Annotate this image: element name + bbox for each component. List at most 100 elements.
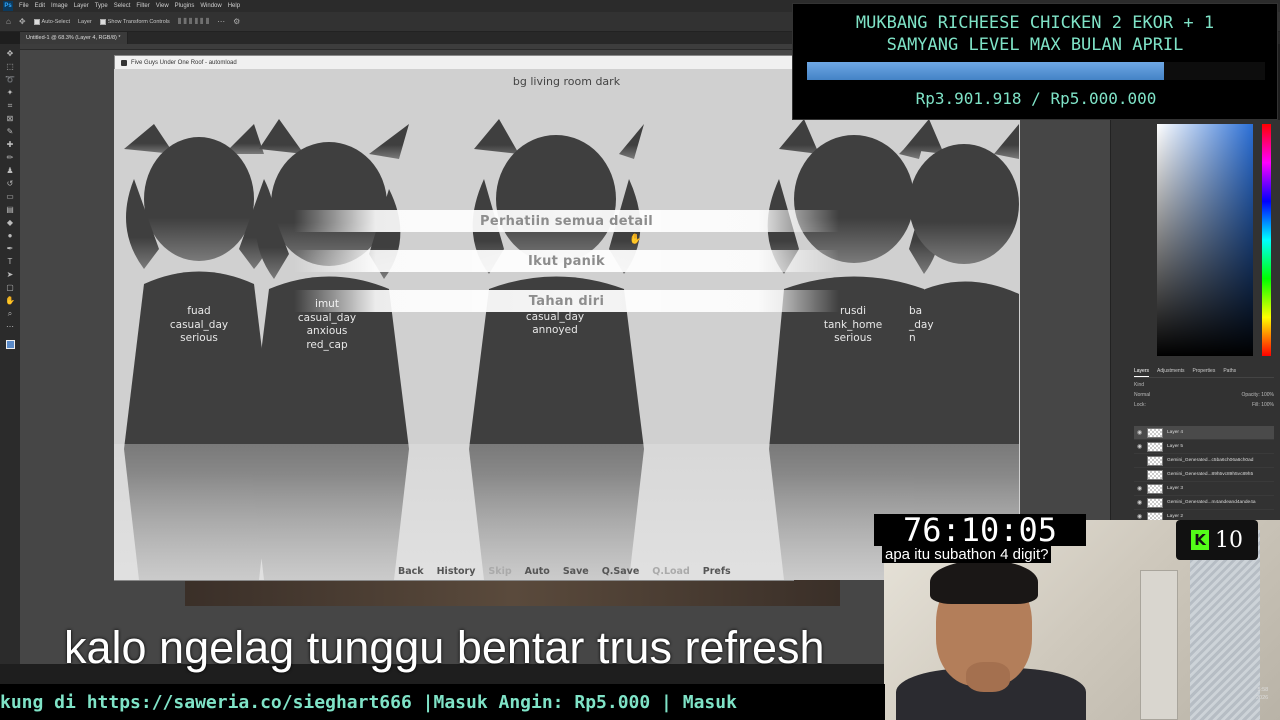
blend-mode-select[interactable]: Normal — [1134, 392, 1150, 398]
show-transform-label: Show Transform Controls — [107, 18, 170, 25]
quick-menu-history[interactable]: History — [437, 566, 476, 577]
zoom-tool-icon[interactable]: ⌕ — [4, 308, 16, 320]
checkbox-icon — [99, 18, 106, 25]
opacity-control[interactable]: Opacity: 100% — [1241, 392, 1274, 398]
eye-icon[interactable]: ◉ — [1137, 499, 1143, 506]
character-label-fuad: fuad casual_day serious — [154, 305, 244, 346]
kind-filter[interactable]: Kind — [1134, 382, 1144, 388]
goal-amount: Rp3.901.918 / Rp5.000.000 — [915, 89, 1157, 108]
hand-tool-icon[interactable]: ✋ — [4, 295, 16, 307]
blur-tool-icon[interactable]: ◆ — [4, 217, 16, 229]
auto-select-label: Auto-Select — [41, 18, 70, 25]
quick-menu-qload[interactable]: Q.Load — [652, 566, 689, 577]
menu-help[interactable]: Help — [225, 3, 243, 9]
layer-thumbnail — [1147, 497, 1163, 508]
move-tool-icon[interactable]: ✥ — [19, 17, 26, 26]
quick-menu: Back History Skip Auto Save Q.Save Q.Loa… — [398, 566, 731, 577]
quick-menu-auto[interactable]: Auto — [525, 566, 550, 577]
layer-row[interactable]: Gemini_Generated...89h5vc89h5vc89h5 — [1134, 468, 1274, 482]
document-tab[interactable]: Untitled-1 @ 68.3% (Layer 4, RGB/8) * — [20, 32, 128, 44]
choice-tahan-diri[interactable]: Tahan diri — [294, 290, 839, 312]
pen-tool-icon[interactable]: ✒ — [4, 243, 16, 255]
dodge-tool-icon[interactable]: ● — [4, 230, 16, 242]
eye-icon[interactable]: ◉ — [1137, 443, 1143, 450]
layer-row[interactable]: ◉ Gemini_Generated...m4andeand4ande4a — [1134, 496, 1274, 510]
shape-tool-icon[interactable]: ▢ — [4, 282, 16, 294]
menu-window[interactable]: Window — [197, 3, 224, 9]
game-scene[interactable]: bg living room dark fuad casual_day seri… — [114, 69, 1020, 580]
clock-time: 5:58 — [1257, 687, 1269, 693]
layer-row[interactable]: Gemini_Generated...c5ba6ch06a6ch0ad — [1134, 454, 1274, 468]
checkbox-icon — [33, 18, 40, 25]
menu-edit[interactable]: Edit — [32, 3, 48, 9]
stamp-tool-icon[interactable]: ♟ — [4, 165, 16, 177]
menu-type[interactable]: Type — [92, 3, 111, 9]
fill-control[interactable]: Fill: 100% — [1252, 402, 1274, 408]
magic-wand-icon[interactable]: ✦ — [4, 87, 16, 99]
layer-row[interactable]: ◉ Layer 5 — [1134, 440, 1274, 454]
hue-slider[interactable] — [1262, 124, 1271, 356]
target-select[interactable]: Layer — [78, 19, 92, 25]
eyedropper-icon[interactable]: ✎ — [4, 126, 16, 138]
menu-filter[interactable]: Filter — [133, 3, 152, 9]
marquee-tool-icon[interactable]: ⬚ — [4, 61, 16, 73]
goal-title-line-2: SAMYANG LEVEL MAX BULAN APRIL — [886, 35, 1184, 55]
kick-viewer-badge: K 10 — [1176, 520, 1258, 560]
clock-date: 2026 — [1256, 695, 1269, 701]
goal-title-line-1: MUKBANG RICHEESE CHICKEN 2 EKOR + 1 — [855, 13, 1215, 33]
quick-menu-qsave[interactable]: Q.Save — [602, 566, 640, 577]
foreground-color-swatch[interactable] — [5, 340, 15, 349]
menu-image[interactable]: Image — [48, 3, 71, 9]
quick-menu-skip[interactable]: Skip — [488, 566, 511, 577]
align-icons[interactable]: ⫴ ⫴ ⫴ ⫴ ⫴ ⫴ — [178, 17, 209, 27]
photoshop-logo-icon[interactable]: Ps — [3, 1, 13, 11]
layer-thumbnail — [1147, 469, 1163, 480]
crop-tool-icon[interactable]: ⌗ — [4, 100, 16, 112]
menu-plugins[interactable]: Plugins — [172, 3, 198, 9]
fill-value[interactable]: 100% — [1261, 402, 1274, 408]
frame-tool-icon[interactable]: ⊠ — [4, 113, 16, 125]
quick-menu-back[interactable]: Back — [398, 566, 424, 577]
gradient-tool-icon[interactable]: ▤ — [4, 204, 16, 216]
donation-goal-widget: MUKBANG RICHEESE CHICKEN 2 EKOR + 1 SAMY… — [792, 3, 1278, 120]
menu-layer[interactable]: Layer — [71, 3, 92, 9]
tab-adjustments[interactable]: Adjustments — [1157, 368, 1185, 377]
quick-menu-save[interactable]: Save — [563, 566, 589, 577]
move-tool-icon[interactable]: ✥ — [4, 48, 16, 60]
eraser-icon[interactable]: ▭ — [4, 191, 16, 203]
auto-select-checkbox[interactable]: Auto-Select — [33, 18, 70, 25]
tab-layers[interactable]: Layers — [1134, 368, 1150, 377]
more-options-icon[interactable]: ⋯ — [217, 17, 225, 26]
show-transform-checkbox[interactable]: Show Transform Controls — [99, 18, 170, 25]
history-brush-icon[interactable]: ↺ — [4, 178, 16, 190]
more-tools-icon[interactable]: ⋯ — [4, 321, 16, 333]
menu-view[interactable]: View — [153, 3, 172, 9]
menu-file[interactable]: File — [16, 3, 32, 9]
choice-ikut-panik[interactable]: Ikut panik — [294, 250, 839, 272]
mouse-cursor-icon: ✋ — [629, 234, 642, 245]
brush-tool-icon[interactable]: ✏ — [4, 152, 16, 164]
layer-row[interactable]: ◉ Layer 4 — [1134, 426, 1274, 440]
color-picker-field[interactable] — [1157, 124, 1253, 356]
settings-gear-icon[interactable]: ⚙ — [233, 17, 240, 26]
quick-menu-prefs[interactable]: Prefs — [703, 566, 731, 577]
tab-paths[interactable]: Paths — [1223, 368, 1236, 377]
eye-icon[interactable]: ◉ — [1137, 485, 1143, 492]
layer-row[interactable]: ◉ Layer 3 — [1134, 482, 1274, 496]
tab-properties[interactable]: Properties — [1193, 368, 1216, 377]
healing-brush-icon[interactable]: ✚ — [4, 139, 16, 151]
character-outfit: tank_home — [823, 318, 883, 331]
home-icon[interactable]: ⌂ — [6, 17, 11, 26]
choice-perhatiin-semua-detail[interactable]: Perhatiin semua detail — [294, 210, 839, 232]
path-select-icon[interactable]: ➤ — [4, 269, 16, 281]
layers-controls: Kind Normal Opacity: 100% Lock: Fill: 10… — [1134, 382, 1274, 408]
character-expression: serious — [180, 332, 218, 344]
eye-icon[interactable]: ◉ — [1137, 513, 1143, 520]
character-accessory: red_cap — [306, 338, 348, 351]
eye-icon[interactable]: ◉ — [1137, 429, 1143, 436]
opacity-value[interactable]: 100% — [1261, 392, 1274, 398]
lasso-tool-icon[interactable]: ➰ — [4, 74, 16, 86]
type-tool-icon[interactable]: T — [4, 256, 16, 268]
menu-select[interactable]: Select — [111, 3, 134, 9]
character-outfit: _day — [909, 318, 934, 331]
